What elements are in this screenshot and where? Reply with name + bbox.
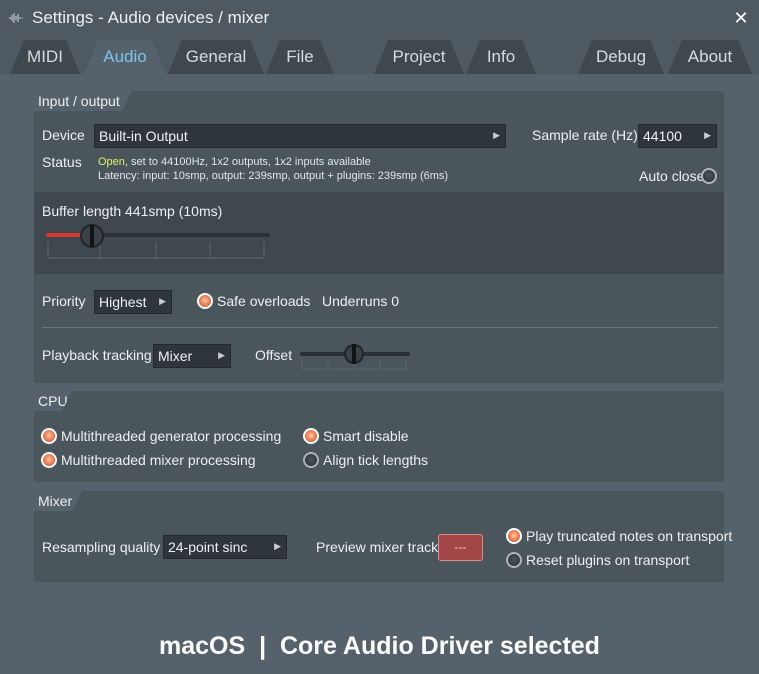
playback-tracking-value: Mixer bbox=[158, 348, 193, 364]
align-tick-lengths-toggle[interactable] bbox=[303, 452, 319, 468]
multithreaded-generator-label: Multithreaded generator processing bbox=[61, 428, 282, 444]
auto-close-label: Auto close bbox=[639, 168, 705, 184]
close-icon[interactable]: ✕ bbox=[733, 8, 749, 28]
cpu-header: CPU bbox=[34, 391, 72, 411]
multithreaded-mixer-toggle[interactable] bbox=[41, 452, 57, 468]
auto-close-toggle[interactable] bbox=[701, 168, 717, 184]
sample-rate-label: Sample rate (Hz) bbox=[532, 127, 638, 143]
resampling-quality-label: Resampling quality bbox=[42, 539, 161, 555]
priority-select[interactable]: Highest ▶ bbox=[94, 290, 172, 314]
slider-knob[interactable] bbox=[80, 224, 104, 248]
smart-disable-label: Smart disable bbox=[323, 428, 409, 444]
window-title: Settings - Audio devices / mixer bbox=[32, 8, 270, 27]
tab-project[interactable]: Project bbox=[374, 40, 464, 74]
chevron-right-icon: ▶ bbox=[218, 350, 225, 360]
driver-caption: macOS | Core Audio Driver selected bbox=[159, 632, 600, 660]
multithreaded-mixer-label: Multithreaded mixer processing bbox=[61, 452, 256, 468]
chevron-right-icon: ▶ bbox=[493, 130, 500, 140]
latency-text: Latency: input: 10smp, output: 239smp, o… bbox=[98, 170, 449, 182]
tab-debug[interactable]: Debug bbox=[578, 40, 664, 74]
playback-tracking-select[interactable]: Mixer ▶ bbox=[153, 344, 231, 368]
title-bar: Settings - Audio devices / mixer ✕ bbox=[0, 0, 759, 36]
resampling-quality-value: 24-point sinc bbox=[168, 539, 248, 555]
slider-knob[interactable] bbox=[344, 344, 364, 364]
align-tick-lengths-label: Align tick lengths bbox=[323, 452, 429, 468]
chevron-right-icon: ▶ bbox=[704, 130, 711, 140]
resampling-quality-select[interactable]: 24-point sinc ▶ bbox=[163, 535, 287, 559]
sample-rate-value: 44100 bbox=[643, 128, 682, 144]
preview-mixer-track-label: Preview mixer track bbox=[316, 539, 439, 555]
priority-label: Priority bbox=[42, 293, 86, 309]
status-details: , set to 44100Hz, 1x2 outputs, 1x2 input… bbox=[124, 156, 371, 168]
divider bbox=[42, 327, 718, 328]
preview-mixer-track-button[interactable]: --- bbox=[438, 534, 483, 561]
tab-about[interactable]: About bbox=[668, 40, 752, 74]
play-truncated-notes-label: Play truncated notes on transport bbox=[526, 528, 733, 544]
status-open: Open bbox=[98, 156, 125, 168]
sample-rate-select[interactable]: 44100 ▶ bbox=[638, 124, 717, 148]
underruns-label: Underruns 0 bbox=[322, 293, 400, 309]
reset-plugins-label: Reset plugins on transport bbox=[526, 552, 690, 568]
play-truncated-notes-toggle[interactable] bbox=[506, 528, 522, 544]
tab-general[interactable]: General bbox=[168, 40, 264, 74]
tab-audio[interactable]: Audio bbox=[84, 40, 166, 74]
buffer-length-slider[interactable] bbox=[42, 222, 272, 264]
chevron-right-icon: ▶ bbox=[274, 541, 281, 551]
chevron-right-icon: ▶ bbox=[159, 296, 166, 306]
mixer-header: Mixer bbox=[34, 491, 82, 511]
safe-overloads-toggle[interactable] bbox=[197, 293, 213, 309]
device-label: Device bbox=[42, 127, 85, 143]
offset-slider[interactable] bbox=[298, 342, 412, 372]
multithreaded-generator-toggle[interactable] bbox=[41, 428, 57, 444]
buffer-length-label: Buffer length 441smp (10ms) bbox=[42, 203, 223, 219]
waveform-icon bbox=[9, 13, 23, 23]
playback-tracking-label: Playback tracking bbox=[42, 347, 152, 363]
status-label: Status bbox=[42, 154, 82, 170]
input-output-header: Input / output bbox=[34, 91, 132, 111]
reset-plugins-toggle[interactable] bbox=[506, 552, 522, 568]
device-select[interactable]: Built-in Output ▶ bbox=[94, 124, 506, 148]
offset-label: Offset bbox=[255, 347, 293, 363]
smart-disable-toggle[interactable] bbox=[303, 428, 319, 444]
status-text: Open, set to 44100Hz, 1x2 outputs, 1x2 i… bbox=[98, 156, 371, 168]
safe-overloads-label: Safe overloads bbox=[217, 293, 311, 309]
device-value: Built-in Output bbox=[99, 128, 188, 144]
priority-value: Highest bbox=[99, 294, 147, 310]
